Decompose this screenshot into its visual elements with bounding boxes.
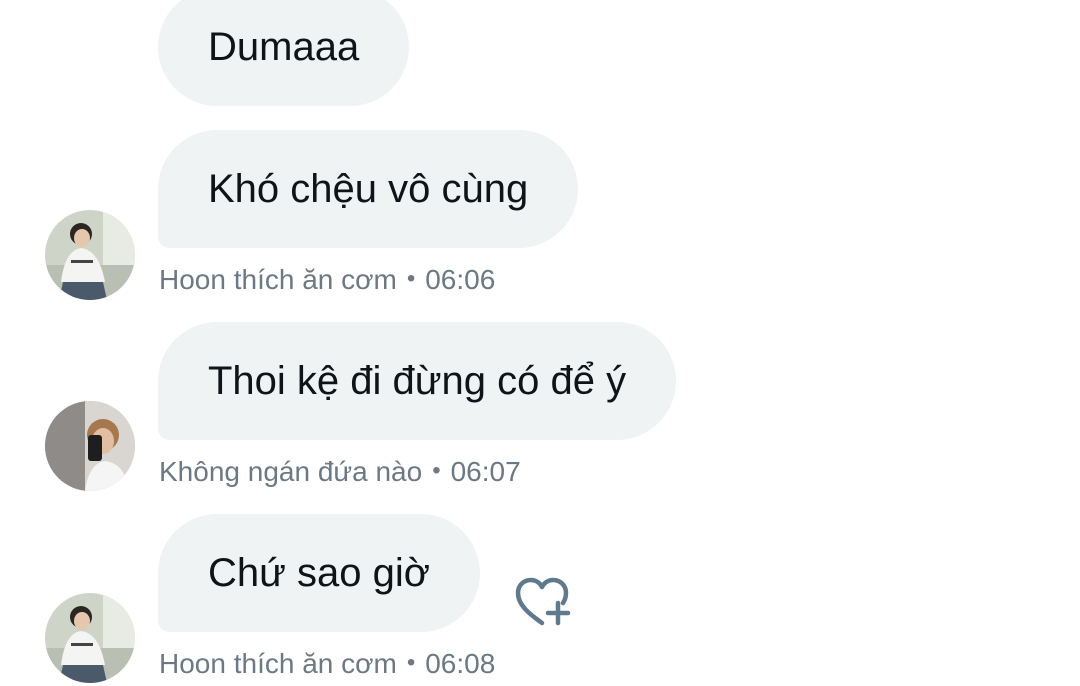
avatar-khong-ngan-image	[45, 401, 135, 491]
message-meta: Hoon thích ăn cơm • 06:06	[159, 266, 495, 294]
message-text: Thoi kệ đi đừng có để ý	[208, 359, 627, 403]
message-bubble[interactable]: Dumaaa	[158, 0, 410, 106]
message-time: 06:06	[425, 264, 496, 295]
message-text: Khó chệu vô cùng	[208, 167, 529, 211]
sender-name[interactable]: Hoon thích ăn cơm	[159, 264, 397, 295]
sender-name[interactable]: Hoon thích ăn cơm	[159, 648, 397, 679]
message-meta: Không ngán đứa nào • 06:07	[159, 458, 521, 486]
meta-separator: •	[406, 265, 416, 292]
meta-separator: •	[406, 649, 416, 676]
avatar-hoon-image	[45, 210, 135, 300]
message-bubble[interactable]: Thoi kệ đi đừng có để ý	[158, 322, 677, 440]
message-text: Dumaaa	[208, 25, 360, 69]
meta-separator: •	[432, 457, 441, 484]
heart-plus-icon	[515, 577, 571, 626]
sender-avatar[interactable]	[45, 593, 135, 683]
avatar-hoon-image	[45, 593, 135, 683]
message-text: Chứ sao giờ	[208, 551, 430, 595]
message-meta: Hoon thích ăn cơm • 06:08	[159, 650, 495, 678]
sender-name[interactable]: Không ngán đứa nào	[159, 456, 422, 487]
add-reaction-button[interactable]	[512, 575, 574, 631]
message-time: 06:08	[425, 648, 496, 679]
message-bubble[interactable]: Chứ sao giờ	[158, 514, 480, 632]
message-bubble[interactable]: Khó chệu vô cùng	[158, 130, 579, 248]
message-time: 06:07	[450, 456, 521, 487]
sender-avatar[interactable]	[45, 210, 135, 300]
sender-avatar[interactable]	[45, 401, 135, 491]
